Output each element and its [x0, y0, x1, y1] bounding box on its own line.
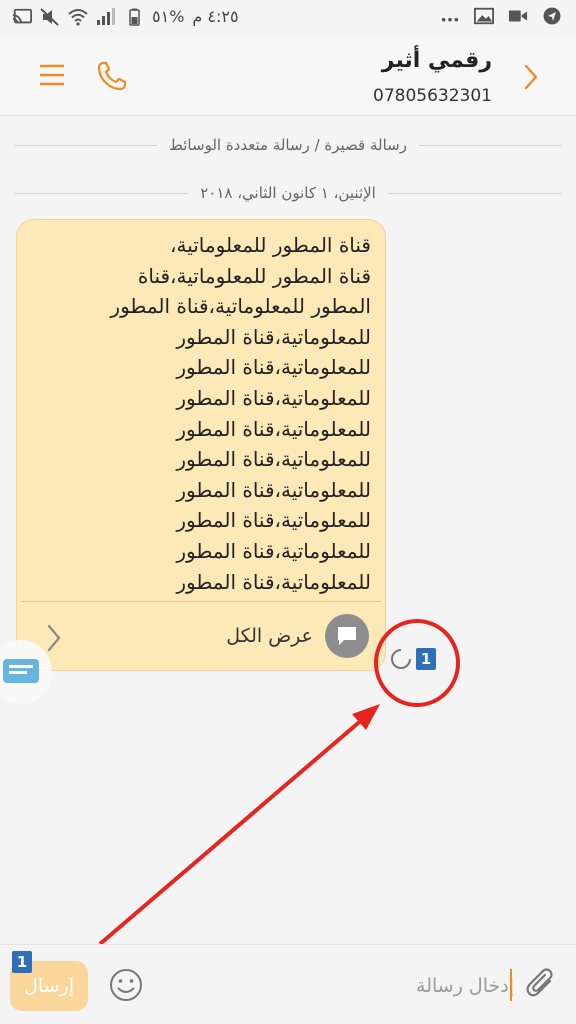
message-input[interactable] — [170, 967, 514, 1005]
back-chevron-icon[interactable] — [518, 62, 542, 92]
bubble-divider — [21, 601, 381, 602]
navigation-icon — [543, 7, 561, 25]
mute-icon — [40, 7, 59, 26]
phone-icon[interactable] — [94, 58, 130, 94]
sim-badge: 1 — [416, 648, 436, 670]
message-type-separator: رسالة قصيرة / رسالة متعددة الوسائط — [14, 134, 563, 156]
signal-icon — [97, 7, 115, 25]
chevron-left-icon[interactable] — [45, 624, 63, 652]
message-line: للمعلوماتية،قناة المطور — [176, 385, 371, 410]
status-bar: ٤:٢٥ م %٥١ — [0, 0, 576, 36]
message-composer: إرسال 1 — [0, 944, 576, 1024]
message-line: للمعلوماتية،قناة المطور — [176, 508, 371, 533]
message-line: قناة المطور للمعلوماتية، — [170, 233, 371, 257]
date-label: الإثنين، ١ كانون الثاني، ٢٠١٨ — [200, 184, 376, 202]
message-type-label: رسالة قصيرة / رسالة متعددة الوسائط — [169, 136, 407, 154]
view-all-label: عرض الكل — [226, 625, 313, 647]
text-caret — [510, 969, 512, 1001]
message-line: للمعلوماتية،قناة المطور — [176, 569, 371, 594]
message-line: للمعلوماتية،قناة المطور — [176, 416, 371, 441]
attachment-icon[interactable] — [524, 967, 560, 1003]
message-line: للمعلوماتية،قناة المطور — [176, 355, 371, 380]
divider — [387, 192, 562, 194]
pointer-arrow — [98, 716, 366, 946]
sending-spinner-icon — [391, 649, 411, 669]
divider — [14, 192, 189, 194]
battery-icon — [129, 8, 140, 26]
gallery-icon — [474, 7, 494, 25]
status-time: ٤:٢٥ م — [192, 7, 239, 26]
video-icon — [508, 10, 528, 22]
wifi-icon — [68, 8, 88, 26]
battery-percent: %٥١ — [152, 7, 185, 26]
arrow-head — [352, 704, 380, 730]
divider — [419, 144, 563, 146]
cast-icon — [12, 8, 32, 23]
status-right-group — [440, 7, 562, 25]
more-notifications-icon — [441, 17, 459, 22]
message-text: قناة المطور للمعلوماتية، قناة المطور للم… — [26, 230, 371, 597]
menu-icon[interactable] — [38, 60, 66, 90]
message-line: للمعلوماتية،قناة المطور — [176, 538, 371, 563]
message-line: للمعلوماتية،قناة المطور — [176, 447, 371, 472]
message-line: للمعلوماتية،قناة المطور — [176, 477, 371, 502]
status-left-group: ٤:٢٥ م %٥١ — [12, 7, 239, 26]
send-sim-badge: 1 — [12, 951, 32, 973]
contact-number: 07805632301 — [373, 86, 492, 106]
message-line: قناة المطور للمعلوماتية،قناة — [137, 263, 371, 288]
conversation-header: رقمي أثير 07805632301 — [0, 36, 576, 116]
message-line: للمعلوماتية،قناة المطور — [176, 324, 371, 349]
message-bubble-icon — [325, 614, 369, 658]
divider — [14, 144, 158, 146]
message-bubble[interactable]: قناة المطور للمعلوماتية، قناة المطور للم… — [16, 219, 386, 671]
emoji-icon[interactable] — [108, 967, 144, 1003]
message-line: المطور للمعلوماتية،قناة المطور — [110, 294, 371, 319]
view-all-button[interactable]: عرض الكل — [226, 614, 369, 658]
date-separator: الإثنين، ١ كانون الثاني، ٢٠١٨ — [14, 182, 562, 204]
contact-name: رقمي أثير — [381, 48, 492, 73]
